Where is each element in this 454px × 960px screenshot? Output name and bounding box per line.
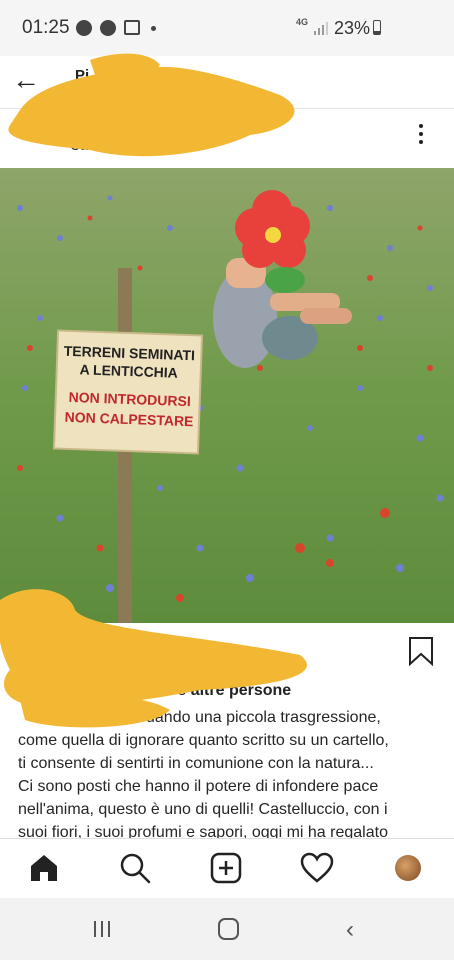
caption-line: Ci sono posti che hanno il potere di inf… [18, 778, 379, 795]
facebook-icon [100, 20, 116, 36]
status-time: 01:25 [22, 17, 70, 38]
redaction-blob-header [8, 53, 295, 157]
bookmark-icon[interactable] [406, 636, 436, 666]
profile-avatar[interactable] [395, 855, 421, 881]
home-icon[interactable] [28, 852, 60, 884]
redaction-blob-caption [0, 589, 307, 728]
post-photo[interactable]: TERRENI SEMINATI A LENTICCHIA NON INTROD… [0, 168, 454, 623]
android-home-icon[interactable] [218, 918, 239, 940]
meadow-image: TERRENI SEMINATI A LENTICCHIA NON INTROD… [0, 168, 454, 623]
caption-line: nell'anima, questo è uno di quelli! Cast… [18, 801, 388, 818]
dot-icon [151, 26, 156, 31]
sign-line2: A LENTICCHIA [79, 361, 178, 380]
signal-icon [314, 22, 328, 35]
soccer-ball-icon [76, 20, 92, 36]
battery-percent: 23% [334, 18, 371, 38]
battery-icon [373, 20, 381, 35]
heart-icon[interactable] [300, 852, 334, 884]
recents-icon[interactable] [92, 918, 112, 940]
network-label: 4G [296, 17, 309, 27]
search-icon[interactable] [118, 851, 152, 885]
android-back-icon[interactable]: ‹ [346, 916, 354, 944]
image-icon [124, 20, 140, 35]
add-post-icon[interactable] [210, 852, 242, 884]
more-options-icon[interactable] [418, 124, 424, 146]
caption-line: ti consente di sentirti in comunione con… [18, 755, 374, 772]
